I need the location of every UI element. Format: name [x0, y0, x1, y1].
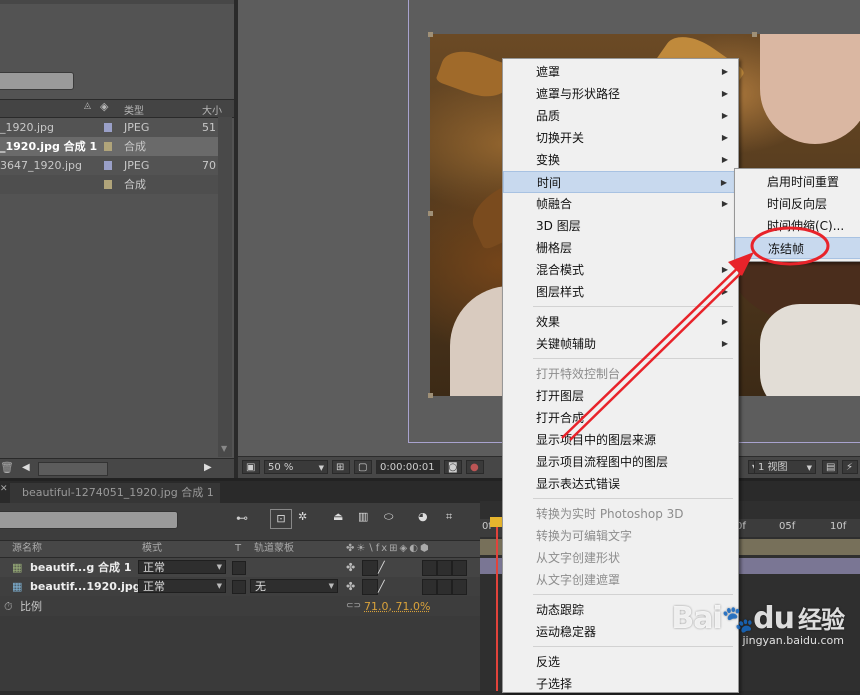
watermark-brand2: du [753, 601, 795, 636]
watermark-brand: Bai [671, 601, 722, 636]
red-annotation-overlay [561, 226, 830, 441]
paw-icon: 🐾 [721, 605, 754, 635]
arrow-shaft [569, 271, 743, 441]
highlight-circle [750, 226, 830, 266]
watermark-cn: 经验 [798, 606, 845, 634]
arrow-shaft [561, 257, 749, 439]
baidu-watermark: Bai🐾du 经验 jingyan.baidu.com [671, 600, 845, 647]
